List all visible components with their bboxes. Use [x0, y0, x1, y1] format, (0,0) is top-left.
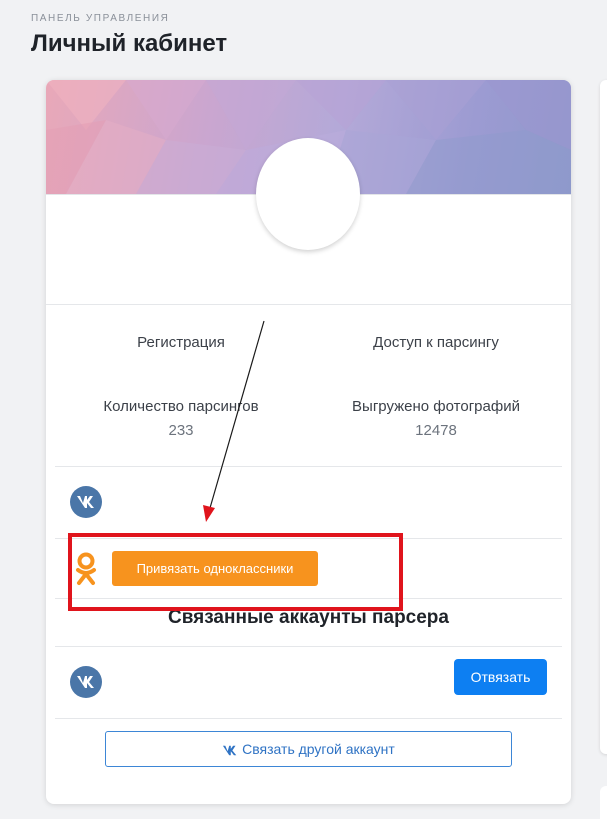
divider — [55, 466, 562, 467]
stat-photos-value: 12478 — [415, 422, 457, 439]
profile-card: Регистрация Доступ к парсингу Количество… — [46, 80, 571, 804]
vk-icon — [70, 666, 102, 698]
page-pretitle: ПАНЕЛЬ УПРАВЛЕНИЯ — [31, 13, 170, 24]
unlink-button[interactable]: Отвязать — [454, 659, 547, 695]
stat-parsing-access-label: Доступ к парсингу — [373, 334, 499, 351]
vk-icon — [70, 486, 102, 518]
page-title: Личный кабинет — [31, 30, 228, 57]
stat-photos-label: Выгружено фотографий — [352, 398, 520, 415]
link-other-account-label: Связать другой аккаунт — [242, 741, 395, 757]
stat-registration-label: Регистрация — [137, 334, 225, 351]
divider — [55, 646, 562, 647]
side-card-lower — [600, 786, 607, 819]
vk-icon — [223, 745, 237, 756]
avatar[interactable] — [256, 138, 360, 250]
divider — [55, 718, 562, 719]
annotation-highlight-box — [68, 533, 403, 611]
divider — [46, 304, 571, 305]
stat-parsing-count-label: Количество парсингов — [103, 398, 259, 415]
link-other-account-button[interactable]: Связать другой аккаунт — [105, 731, 512, 767]
stat-parsing-count-value: 233 — [168, 422, 194, 439]
side-card — [600, 80, 607, 754]
